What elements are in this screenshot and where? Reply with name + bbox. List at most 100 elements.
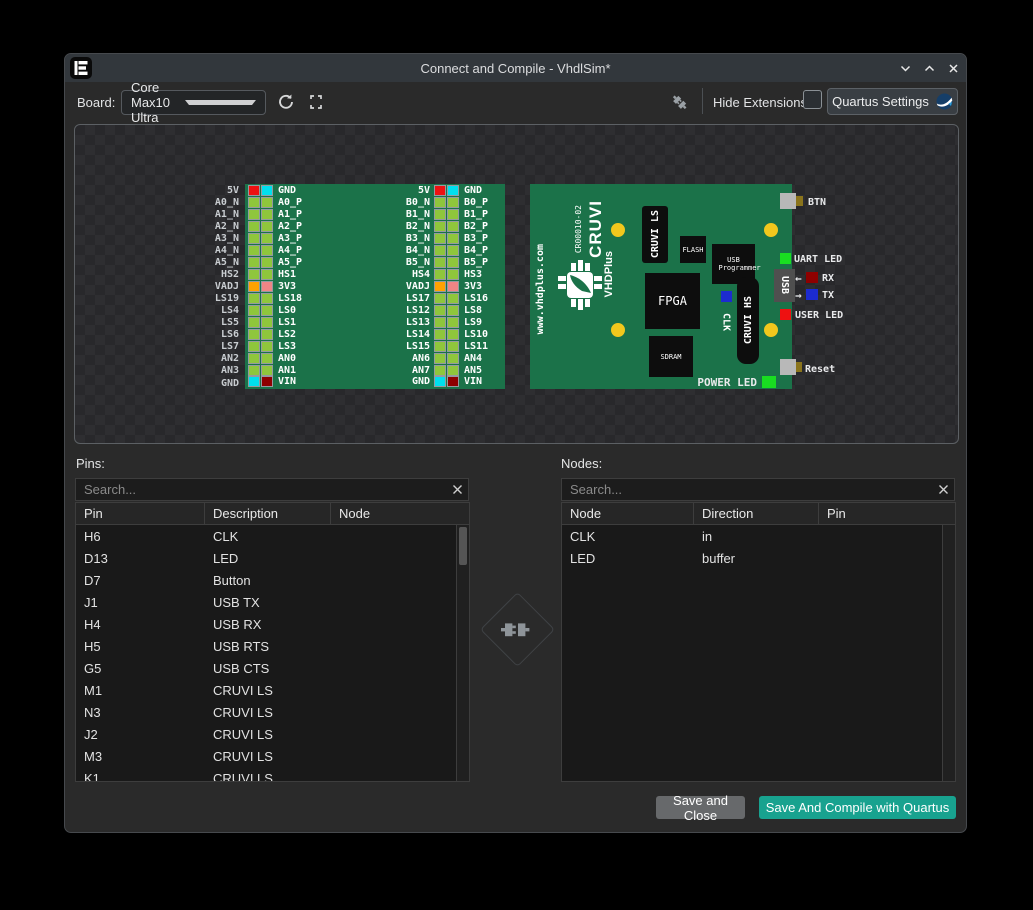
pin-square[interactable]	[434, 341, 446, 352]
pin-square[interactable]	[261, 341, 273, 352]
pin-square[interactable]	[261, 221, 273, 232]
table-row[interactable]: LEDbuffer	[562, 547, 955, 569]
close-button[interactable]	[945, 60, 961, 76]
pin-square[interactable]	[248, 269, 260, 280]
pin-square[interactable]	[248, 281, 260, 292]
pin-square[interactable]	[248, 353, 260, 364]
pin-square[interactable]	[447, 353, 459, 364]
pins-scrollbar-thumb[interactable]	[459, 527, 467, 565]
pin-square[interactable]	[447, 245, 459, 256]
pin-square[interactable]	[248, 221, 260, 232]
pin-square[interactable]	[447, 281, 459, 292]
pin-square[interactable]	[261, 185, 273, 196]
pins-search-clear-icon[interactable]	[446, 484, 468, 495]
nodes-col-node[interactable]: Node	[562, 503, 694, 524]
pin-square[interactable]	[447, 329, 459, 340]
pin-square[interactable]	[434, 353, 446, 364]
table-row[interactable]: H5USB RTS	[76, 635, 469, 657]
pin-square[interactable]	[447, 185, 459, 196]
table-row[interactable]: H4USB RX	[76, 613, 469, 635]
pin-square[interactable]	[434, 365, 446, 376]
pin-square[interactable]	[261, 329, 273, 340]
pin-square[interactable]	[261, 317, 273, 328]
table-row[interactable]: J2CRUVI LS	[76, 723, 469, 745]
pins-search-input[interactable]	[76, 482, 446, 497]
pin-square[interactable]	[248, 329, 260, 340]
pin-square[interactable]	[248, 209, 260, 220]
pin-square[interactable]	[447, 293, 459, 304]
table-row[interactable]: H6CLK	[76, 525, 469, 547]
pin-square[interactable]	[434, 293, 446, 304]
table-row[interactable]: G5USB CTS	[76, 657, 469, 679]
pin-square[interactable]	[434, 376, 446, 387]
pin-square[interactable]	[434, 305, 446, 316]
pin-square[interactable]	[447, 233, 459, 244]
nodes-col-direction[interactable]: Direction	[694, 503, 819, 524]
pin-square[interactable]	[447, 365, 459, 376]
pins-col-pin[interactable]: Pin	[76, 503, 205, 524]
refresh-boards-button[interactable]	[277, 93, 295, 111]
pin-square[interactable]	[248, 197, 260, 208]
pin-square[interactable]	[434, 317, 446, 328]
nodes-scrollbar[interactable]	[942, 525, 955, 781]
pin-square[interactable]	[434, 281, 446, 292]
table-row[interactable]: D13LED	[76, 547, 469, 569]
pins-scrollbar[interactable]	[456, 525, 469, 781]
pin-square[interactable]	[434, 257, 446, 268]
fit-view-button[interactable]	[307, 93, 325, 111]
pin-square[interactable]	[434, 209, 446, 220]
pin-square[interactable]	[447, 376, 459, 387]
minimize-button[interactable]	[897, 60, 913, 76]
pin-square[interactable]	[447, 257, 459, 268]
pin-square[interactable]	[434, 197, 446, 208]
table-row[interactable]: K1CRUVI LS	[76, 767, 469, 782]
pin-square[interactable]	[447, 221, 459, 232]
table-row[interactable]: M3CRUVI LS	[76, 745, 469, 767]
pin-square[interactable]	[261, 233, 273, 244]
connector-tool-icon[interactable]	[671, 94, 688, 111]
pin-square[interactable]	[248, 185, 260, 196]
pin-square[interactable]	[447, 197, 459, 208]
titlebar[interactable]: Connect and Compile - VhdlSim*	[65, 54, 966, 82]
table-row[interactable]: CLKin	[562, 525, 955, 547]
table-row[interactable]: J1USB TX	[76, 591, 469, 613]
pins-col-description[interactable]: Description	[205, 503, 331, 524]
quartus-settings-button[interactable]: Quartus Settings	[827, 88, 958, 115]
pin-square[interactable]	[261, 281, 273, 292]
pin-square[interactable]	[248, 257, 260, 268]
pin-square[interactable]	[248, 341, 260, 352]
pin-square[interactable]	[434, 269, 446, 280]
pin-square[interactable]	[447, 209, 459, 220]
pin-square[interactable]	[248, 233, 260, 244]
pin-square[interactable]	[248, 317, 260, 328]
pin-square[interactable]	[248, 365, 260, 376]
pin-square[interactable]	[261, 353, 273, 364]
pin-square[interactable]	[434, 329, 446, 340]
nodes-search-input[interactable]	[562, 482, 932, 497]
pin-square[interactable]	[261, 376, 273, 387]
pin-square[interactable]	[434, 185, 446, 196]
pin-square[interactable]	[261, 209, 273, 220]
pin-square[interactable]	[447, 317, 459, 328]
maximize-button[interactable]	[921, 60, 937, 76]
pin-square[interactable]	[248, 305, 260, 316]
plug-connect-icon[interactable]	[501, 620, 533, 640]
pin-square[interactable]	[447, 341, 459, 352]
table-row[interactable]: M1CRUVI LS	[76, 679, 469, 701]
pin-square[interactable]	[434, 233, 446, 244]
pin-square[interactable]	[261, 293, 273, 304]
save-and-close-button[interactable]: Save and Close	[656, 796, 745, 819]
nodes-col-pin[interactable]: Pin	[819, 503, 955, 524]
board-diagram-area[interactable]: 5VA0_NA1_NA2_NA3_NA4_NA5_NHS2VADJLS19LS4…	[74, 124, 959, 444]
hide-extensions-checkbox[interactable]	[803, 90, 822, 109]
pin-square[interactable]	[261, 305, 273, 316]
pin-square[interactable]	[434, 245, 446, 256]
pin-square[interactable]	[248, 293, 260, 304]
pin-square[interactable]	[261, 245, 273, 256]
save-and-compile-button[interactable]: Save And Compile with Quartus	[759, 796, 956, 819]
pin-square[interactable]	[447, 305, 459, 316]
table-row[interactable]: N3CRUVI LS	[76, 701, 469, 723]
pin-square[interactable]	[248, 376, 260, 387]
pin-square[interactable]	[248, 245, 260, 256]
pin-square[interactable]	[447, 269, 459, 280]
